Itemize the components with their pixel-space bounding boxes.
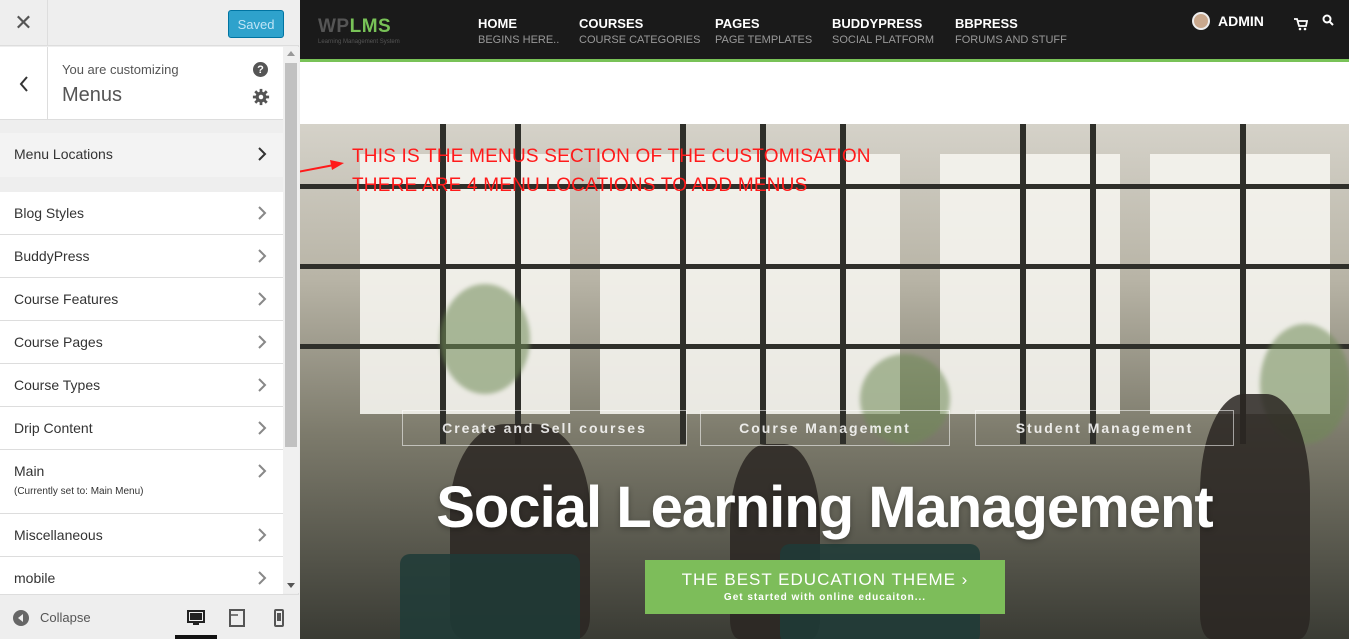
customizing-label: You are customizing [62,62,179,77]
cta-title: THE BEST EDUCATION THEME › [681,570,969,589]
section-title: Menus [62,84,123,106]
nav-subtitle: COURSE CATEGORIES [579,34,701,46]
menu-item-blog-styles[interactable]: Blog Styles [0,192,283,235]
saved-button[interactable]: Saved [228,10,284,38]
menu-section-list: Menu Locations Blog Styles BuddyPress Co… [0,133,283,600]
hero-title: Social Learning Management [436,475,1214,540]
tag-student-management[interactable]: Student Management [975,410,1234,446]
nav-item-pages[interactable]: PAGES PAGE TEMPLATES [715,16,812,46]
nav-item-courses[interactable]: COURSES COURSE CATEGORIES [579,16,700,46]
tablet-icon[interactable] [226,607,248,629]
chevron-right-icon [258,292,267,306]
nav-subtitle: SOCIAL PLATFORM [832,34,935,46]
logo-subtitle: Learning Management System [318,39,400,45]
section-title-panel: You are customizing Menus ? [0,47,283,120]
chevron-right-icon [258,147,267,161]
menu-item-course-features[interactable]: Course Features [0,278,283,321]
nav-subtitle: BEGINS HERE.. [478,34,560,46]
annotation-line-1: THIS IS THE MENUS SECTION OF THE CUSTOMI… [352,146,871,167]
scroll-up-arrow-icon[interactable] [287,51,295,56]
desktop-icon[interactable] [185,607,207,629]
customizer-footer: Collapse [0,594,299,639]
tag-create-sell-courses[interactable]: Create and Sell courses [402,410,687,446]
nav-subtitle: PAGE TEMPLATES [715,34,813,46]
chevron-right-icon [258,335,267,349]
menu-item-course-pages[interactable]: Course Pages [0,321,283,364]
nav-item-home[interactable]: HOME BEGINS HERE.. [478,16,559,46]
chevron-right-icon [258,528,267,542]
nav-title: COURSES [579,16,644,31]
chevron-left-icon [19,75,28,92]
logo-lms-text: LMS [349,16,392,37]
nav-title: BUDDYPRESS [832,16,923,31]
menu-item-label: Main [14,463,45,479]
menu-item-buddypress[interactable]: BuddyPress [0,235,283,278]
chevron-right-icon [258,421,267,435]
menu-item-label: BuddyPress [14,248,90,264]
menu-item-sublabel: (Currently set to: Main Menu) [14,486,144,497]
nav-item-buddypress[interactable]: BUDDYPRESS SOCIAL PLATFORM [832,16,934,46]
menu-item-label: Drip Content [14,420,93,436]
nav-title: PAGES [715,16,760,31]
customizer-sidebar: ✕ Saved You are customizing Menus ? Menu… [0,0,299,639]
scroll-thumb[interactable] [285,63,297,447]
help-icon[interactable]: ? [253,62,268,77]
cta-subtitle: Get started with online educaiton... [723,592,927,603]
chevron-right-icon [258,464,267,478]
menu-item-course-types[interactable]: Course Types [0,364,283,407]
menu-item-drip-content[interactable]: Drip Content [0,407,283,450]
collapse-button[interactable]: Collapse [40,610,91,625]
menu-item-label: Course Features [14,291,119,307]
tag-course-management[interactable]: Course Management [700,410,950,446]
menu-item-main[interactable]: Main (Currently set to: Main Menu) [0,450,283,514]
nav-item-bbpress[interactable]: BBPRESS FORUMS AND STUFF [955,16,1067,46]
sidebar-scrollbar[interactable] [283,47,299,593]
hero-banner: THIS IS THE MENUS SECTION OF THE CUSTOMI… [300,124,1349,639]
gear-icon[interactable] [252,88,270,106]
menu-item-label: Course Pages [14,334,103,350]
device-active-indicator [175,635,217,639]
admin-label: ADMIN [1218,13,1264,29]
search-icon[interactable] [1322,14,1334,26]
site-header: WPLMS Learning Management System HOME BE… [300,0,1349,62]
nav-subtitle: FORUMS AND STUFF [955,34,1067,46]
mobile-icon[interactable] [268,607,290,629]
annotation-line-2: THERE ARE 4 MENU LOCATIONS TO ADD MENUS [352,175,808,196]
avatar [1192,12,1210,30]
annotation-arrow-icon [300,160,344,173]
menu-item-label: Menu Locations [14,146,113,162]
site-preview: WPLMS Learning Management System HOME BE… [300,0,1349,639]
nav-title: BBPRESS [955,16,1018,31]
customizer-header: ✕ Saved [0,0,299,46]
collapse-icon[interactable] [13,610,29,626]
logo-wp-text: WP [318,16,350,37]
cart-icon[interactable] [1294,17,1308,31]
scroll-down-arrow-icon[interactable] [287,583,295,588]
back-button[interactable] [0,47,48,120]
menu-item-label: mobile [14,570,56,586]
cta-button[interactable]: THE BEST EDUCATION THEME › Get started w… [645,560,1005,614]
admin-menu[interactable]: ADMIN [1192,12,1264,30]
close-icon[interactable]: ✕ [0,0,48,46]
annotation-text: THIS IS THE MENUS SECTION OF THE CUSTOMI… [352,142,871,200]
chevron-right-icon [258,249,267,263]
menu-item-label: Blog Styles [14,205,85,221]
menu-item-label: Course Types [14,377,101,393]
site-logo[interactable]: WPLMS Learning Management System [318,16,400,45]
chevron-right-icon [258,378,267,392]
chevron-right-icon [258,571,267,585]
menu-item-label: Miscellaneous [14,527,103,543]
menu-item-miscellaneous[interactable]: Miscellaneous [0,514,283,557]
menu-item-menu-locations[interactable]: Menu Locations [0,133,283,177]
nav-title: HOME [478,16,517,31]
chevron-right-icon [258,206,267,220]
